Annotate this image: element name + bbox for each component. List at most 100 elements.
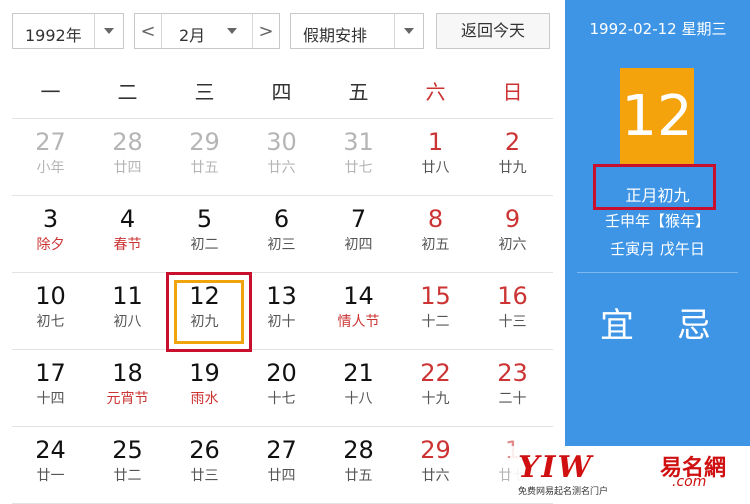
day-cell[interactable]: 27 小年 — [12, 119, 89, 195]
day-detail-panel: 1992-02-12 星期三 12 正月初九 壬申年【猴年】 壬寅月 戊午日 宜… — [565, 0, 750, 446]
day-number: 25 — [112, 436, 143, 464]
day-cell[interactable]: 27 廿四 — [243, 427, 320, 503]
day-cell[interactable]: 7 初四 — [320, 196, 397, 272]
day-lunar-label: 廿四 — [267, 468, 296, 484]
day-lunar-label: 廿九 — [498, 160, 527, 176]
day-number: 23 — [497, 359, 528, 387]
day-cell[interactable]: 29 廿六 — [397, 427, 474, 503]
day-lunar-label: 十四 — [36, 391, 65, 407]
day-lunar-label: 雨水 — [190, 391, 219, 407]
day-cell[interactable]: 28 廿四 — [89, 119, 166, 195]
day-cell[interactable]: 25 廿二 — [89, 427, 166, 503]
day-number: 29 — [420, 436, 451, 464]
day-cell[interactable]: 24 廿一 — [12, 427, 89, 503]
lunar-date-highlight — [593, 164, 716, 210]
day-lunar-label: 初八 — [113, 314, 142, 330]
day-number: 13 — [266, 282, 297, 310]
day-cell[interactable]: 11 初八 — [89, 273, 166, 349]
month-stepper: < 2月 > — [134, 13, 280, 49]
day-lunar-label: 十七 — [267, 391, 296, 407]
day-cell[interactable]: 29 廿五 — [166, 119, 243, 195]
watermark-tagline: 免费网易起名测名门户 — [518, 487, 609, 497]
day-lunar-label: 十二 — [421, 314, 450, 330]
weekday-thu: 四 — [271, 80, 292, 104]
weekday-tue: 二 — [117, 80, 138, 104]
day-lunar-label: 初十 — [267, 314, 296, 330]
day-number: 19 — [189, 359, 220, 387]
year-select[interactable]: 1992年 — [12, 13, 124, 49]
day-number: 14 — [343, 282, 374, 310]
next-month-button[interactable]: > — [252, 14, 279, 48]
day-lunar-label: 廿一 — [36, 468, 65, 484]
day-cell[interactable]: 26 廿三 — [166, 427, 243, 503]
ji-label: 忌 — [677, 306, 711, 346]
day-cell[interactable]: 5 初二 — [166, 196, 243, 272]
day-number: 16 — [497, 282, 528, 310]
year-select-value: 1992年 — [25, 26, 82, 45]
day-lunar-label: 十三 — [498, 314, 527, 330]
day-cell[interactable]: 8 初五 — [397, 196, 474, 272]
day-lunar-label: 初五 — [421, 237, 450, 253]
weekday-fri: 五 — [348, 80, 369, 104]
day-number: 31 — [343, 128, 374, 156]
day-number: 8 — [427, 205, 444, 233]
day-cell[interactable]: 31 廿七 — [320, 119, 397, 195]
day-cell[interactable]: 10 初七 — [12, 273, 89, 349]
day-cell[interactable]: 14 情人节 — [320, 273, 397, 349]
day-lunar-label: 廿五 — [190, 160, 219, 176]
day-number: 24 — [35, 436, 66, 464]
day-lunar-label: 情人节 — [337, 314, 380, 330]
day-lunar-label: 元宵节 — [106, 391, 149, 407]
day-cell[interactable]: 3 除夕 — [12, 196, 89, 272]
day-cell[interactable]: 20 十七 — [243, 350, 320, 426]
day-cell[interactable]: 18 元宵节 — [89, 350, 166, 426]
chevron-down-icon — [94, 14, 123, 48]
day-cell[interactable]: 13 初十 — [243, 273, 320, 349]
day-lunar-label: 廿四 — [113, 160, 142, 176]
ganzhi-month-day: 壬寅月 戊午日 — [610, 240, 705, 258]
day-lunar-label: 廿八 — [421, 160, 450, 176]
day-cell[interactable]: 6 初三 — [243, 196, 320, 272]
day-lunar-label: 廿六 — [267, 160, 296, 176]
weekday-wed: 三 — [194, 80, 215, 104]
day-cell[interactable]: 2 廿九 — [474, 119, 551, 195]
ganzhi-year: 壬申年【猴年】 — [604, 212, 710, 230]
day-cell[interactable]: 16 十三 — [474, 273, 551, 349]
watermark-domain: .com — [672, 474, 707, 490]
month-select-value[interactable]: 2月 — [179, 22, 205, 46]
day-lunar-label: 廿三 — [190, 468, 219, 484]
day-number: 26 — [189, 436, 220, 464]
day-number: 30 — [266, 128, 297, 156]
day-lunar-label: 初三 — [267, 237, 296, 253]
chevron-down-icon — [394, 14, 423, 48]
day-cell[interactable]: 15 十二 — [397, 273, 474, 349]
day-lunar-label: 除夕 — [36, 237, 65, 253]
day-lunar-label: 廿五 — [344, 468, 373, 484]
day-cell[interactable]: 9 初六 — [474, 196, 551, 272]
day-number: 21 — [343, 359, 374, 387]
day-lunar-label: 小年 — [36, 160, 65, 176]
day-number: 27 — [266, 436, 297, 464]
day-number: 27 — [35, 128, 66, 156]
day-cell[interactable]: 21 十八 — [320, 350, 397, 426]
prev-month-button[interactable]: < — [135, 14, 162, 48]
day-number: 5 — [196, 205, 213, 233]
holiday-select[interactable]: 假期安排 — [290, 13, 424, 49]
day-cell[interactable]: 22 十九 — [397, 350, 474, 426]
day-cell[interactable]: 1 廿八 — [397, 119, 474, 195]
day-number: 18 — [112, 359, 143, 387]
calendar-toolbar: 1992年 < 2月 > 假期安排 返回今天 — [0, 0, 565, 60]
day-cell[interactable]: 23 二十 — [474, 350, 551, 426]
day-lunar-label: 十八 — [344, 391, 373, 407]
day-number: 7 — [350, 205, 367, 233]
day-cell[interactable]: 17 十四 — [12, 350, 89, 426]
day-cell[interactable]: 30 廿六 — [243, 119, 320, 195]
today-button[interactable]: 返回今天 — [436, 13, 550, 49]
day-lunar-label: 初六 — [498, 237, 527, 253]
day-number: 4 — [119, 205, 136, 233]
day-cell[interactable]: 28 廿五 — [320, 427, 397, 503]
day-cell[interactable]: 19 雨水 — [166, 350, 243, 426]
day-cell[interactable]: 4 春节 — [89, 196, 166, 272]
day-lunar-label: 二十 — [498, 391, 527, 407]
day-lunar-label: 初四 — [344, 237, 373, 253]
